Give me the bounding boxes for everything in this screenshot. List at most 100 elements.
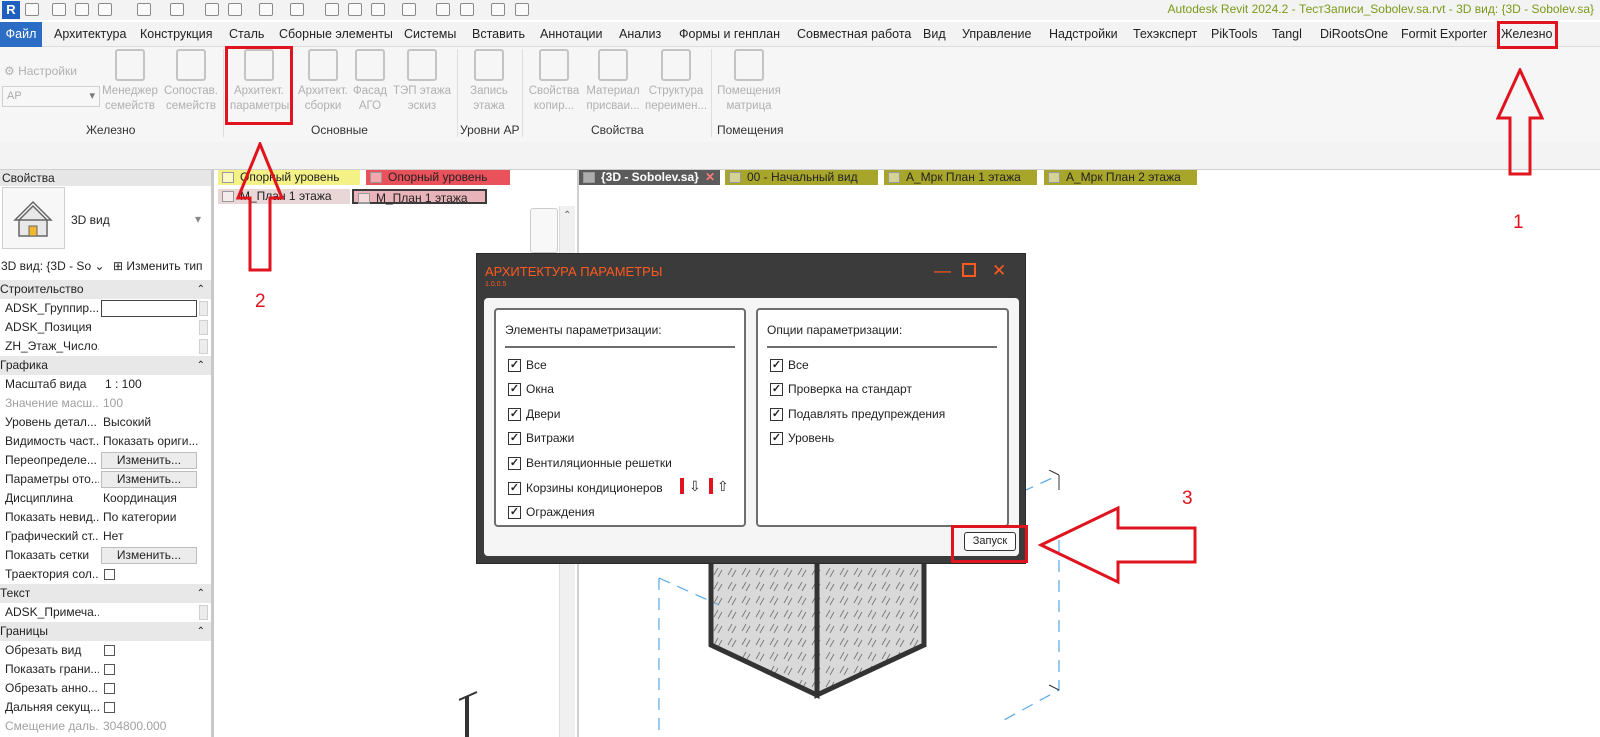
facade-ago-button[interactable]: Фасад АГО [352,49,388,114]
tab-formit-exporter[interactable]: Formit Exporter [1401,27,1487,41]
view-tab[interactable]: А_Мрк План 2 этажа [1044,170,1197,185]
prop-value[interactable]: Показать ориги... [103,432,199,451]
export-icon[interactable]: ⇧ [717,478,729,495]
section-construction[interactable]: Строительство ⌃ [0,280,211,299]
prop-value[interactable]: Координация [103,489,199,508]
dimension-icon[interactable] [290,3,304,16]
sync-icon[interactable] [98,3,112,16]
section-graphics[interactable]: Графика ⌃ [0,356,211,375]
checkbox-all-options[interactable]: ✓ Все [770,357,809,373]
redo-icon[interactable] [170,3,184,16]
pdf-icon[interactable] [228,3,242,16]
material-assign-button[interactable]: Материал присваи... [585,49,641,114]
prop-value[interactable]: По категории [103,508,199,527]
tab-collaborate[interactable]: Совместная работа [797,27,911,41]
tab-architecture[interactable]: Архитектура [54,27,126,41]
tab-structure[interactable]: Конструкция [140,27,213,41]
view-tab[interactable]: Опорный уровень [366,170,510,185]
tab-view[interactable]: Вид [923,27,946,41]
view-tab[interactable]: М_План 1 этажа [352,189,487,205]
settings-button[interactable]: ⚙ Настройки [4,64,77,78]
font-icon[interactable] [371,3,385,16]
checkbox-standard-check[interactable]: ✓ Проверка на стандарт [770,381,912,397]
copy-props-button[interactable]: Свойства копир... [527,49,581,114]
structure-rename-button[interactable]: Структура переимен... [645,49,707,114]
view-tab[interactable]: А_Мрк План 1 этажа [884,170,1037,185]
open-icon[interactable] [52,3,66,16]
tab-addins[interactable]: Надстройки [1049,27,1118,41]
tab-systems[interactable]: Системы [404,27,456,41]
instance-selector[interactable]: 3D вид: {3D - So ⌄ [0,256,107,276]
prop-row: ADSK_Позиция [0,318,211,337]
checkbox[interactable] [104,702,115,713]
checkbox-ac-baskets[interactable]: ✓ Корзины кондиционеров [508,480,663,496]
thin-lines-icon[interactable] [460,3,474,16]
close-hidden-icon[interactable] [491,3,505,16]
switch-windows-icon[interactable] [515,3,529,16]
checkbox[interactable] [104,683,115,694]
text-icon[interactable] [348,3,362,16]
save-icon[interactable] [75,3,89,16]
discipline-select[interactable]: АР [2,86,100,107]
tab-dirootsone[interactable]: DiRootsOne [1320,27,1388,41]
undo-icon[interactable] [137,3,151,16]
prop-value[interactable]: Нет [103,527,199,546]
edit-type-button[interactable]: ⊞ Изменить тип [113,256,203,276]
section-icon[interactable] [436,3,450,16]
checkbox-doors[interactable]: ✓ Двери [508,406,560,422]
tab-file[interactable]: Файл [0,22,42,47]
prop-value[interactable]: Высокий [103,413,199,432]
checkbox-windows[interactable]: ✓ Окна [508,381,554,397]
rooms-matrix-button[interactable]: Помещения матрица [716,49,782,114]
checkbox-curtain-walls[interactable]: ✓ Витражи [508,430,574,446]
tab-techexpert[interactable]: Техэксперт [1133,27,1197,41]
tab-massing-site[interactable]: Формы и генплан [679,27,780,41]
checkbox-suppress-warnings[interactable]: ✓ Подавлять предупреждения [770,406,945,422]
tab-annotate[interactable]: Аннотации [540,27,602,41]
tab-tangl[interactable]: Tangl [1272,27,1302,41]
minimize-icon[interactable]: — [934,262,951,279]
edit-button[interactable]: Изменить... [101,547,197,564]
checkbox-railings[interactable]: ✓ Ограждения [508,504,595,520]
navigation-wheel-icon[interactable] [530,208,558,253]
tab-manage[interactable]: Управление [962,27,1032,41]
prop-value-input[interactable] [101,300,197,317]
import-icon[interactable]: ⇩ [689,478,701,495]
tab-precast[interactable]: Сборные элементы [279,27,393,41]
section-bounds[interactable]: Границы ⌃ [0,622,211,641]
checkbox-all-elements[interactable]: ✓ Все [508,357,547,373]
edit-button[interactable]: Изменить... [101,452,197,469]
tab-piktools[interactable]: PikTools [1211,27,1258,41]
checkbox[interactable] [104,569,115,580]
tab-steel[interactable]: Сталь [229,27,264,41]
checkbox[interactable] [104,645,115,656]
3d-view-icon[interactable] [402,3,416,16]
tag-icon[interactable] [325,3,339,16]
checkbox-label: Двери [526,407,561,421]
close-icon[interactable]: ✕ [705,170,715,185]
section-text[interactable]: Текст ⌃ [0,584,211,603]
print-icon[interactable] [205,3,219,16]
chevron-down-icon[interactable]: ▾ [195,212,201,226]
family-manager-button[interactable]: Менеджер семейств [102,49,158,114]
checkbox-vent-grilles[interactable]: ✓ Вентиляционные решетки [508,455,672,471]
edit-button[interactable]: Изменить... [101,471,197,488]
home-icon[interactable] [25,3,39,16]
revit-logo-icon[interactable]: R [2,1,20,19]
close-icon[interactable]: ✕ [992,262,1006,279]
tab-analyze[interactable]: Анализ [619,27,661,41]
scroll-up-icon[interactable]: ⌃ [563,210,571,221]
floor-record-button[interactable]: Запись этажа [463,49,515,114]
tab-insert[interactable]: Вставить [472,27,525,41]
checkbox[interactable] [104,664,115,675]
properties-panel: Свойства 3D вид ▾ 3D вид: {3D - So ⌄ ⊞ И… [0,170,214,737]
view-tab-active[interactable]: {3D - Sobolev.sa} ✕ [579,170,720,185]
view-tab[interactable]: 00 - Начальный вид [725,170,878,185]
checkbox-level[interactable]: ✓ Уровень [770,430,834,446]
maximize-icon[interactable] [962,263,976,277]
family-compare-button[interactable]: Сопостав. семейств [162,49,220,114]
tep-sketch-button[interactable]: ТЭП этажа эскиз [392,49,452,114]
prop-value[interactable]: 1 : 100 [105,375,201,394]
measure-icon[interactable] [259,3,273,16]
arch-assemblies-button[interactable]: Архитект. сборки [296,49,350,114]
